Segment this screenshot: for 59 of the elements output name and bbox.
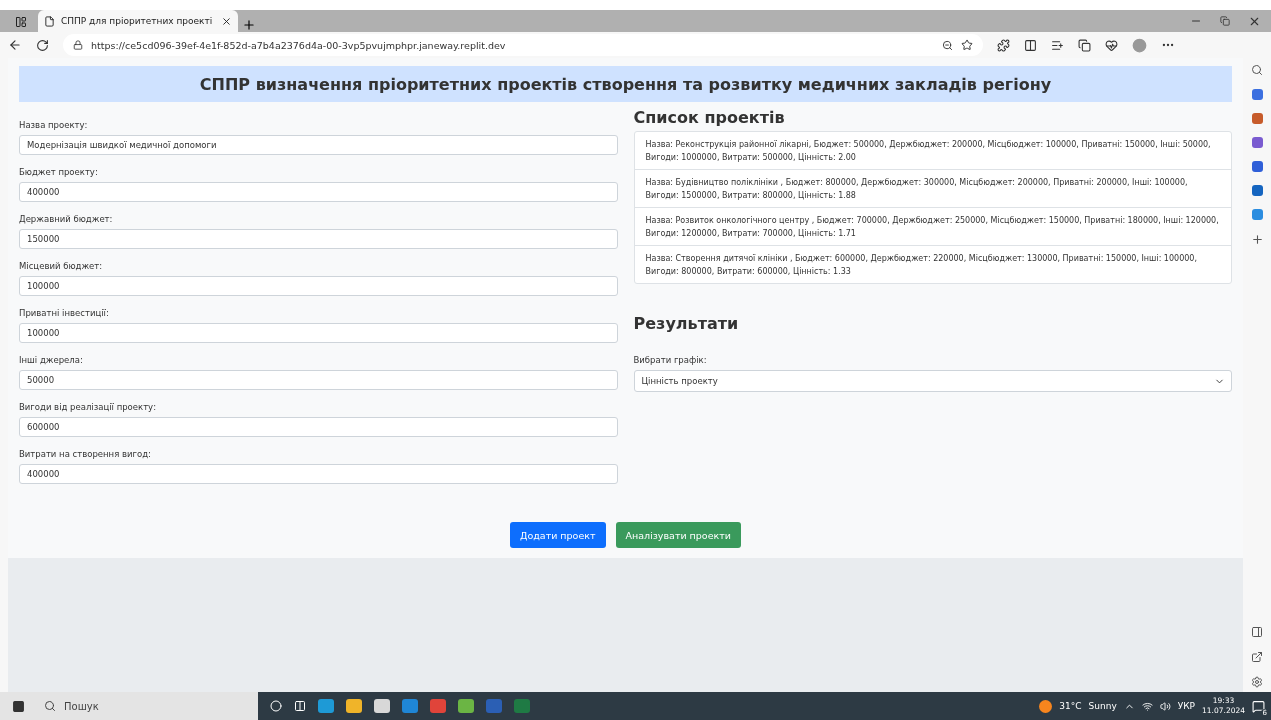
field-label: Бюджет проекту: <box>19 167 99 177</box>
taskbar-search[interactable]: Пошук <box>36 692 258 720</box>
input-field[interactable]: 400000 <box>19 182 618 202</box>
lock-icon <box>73 40 83 50</box>
temperature[interactable]: 31°C <box>1059 701 1082 711</box>
sidebar-icon[interactable] <box>1251 626 1263 638</box>
favorites-icon[interactable] <box>1051 38 1064 52</box>
field-label: Інші джерела: <box>19 355 84 365</box>
extensions-icon[interactable] <box>997 38 1010 52</box>
field-label: Вигоди від реалізації проекту: <box>19 402 157 412</box>
sun-icon[interactable] <box>1039 699 1053 713</box>
search-icon <box>44 700 56 712</box>
input-field[interactable]: 100000 <box>19 276 618 296</box>
star-icon[interactable] <box>961 39 973 51</box>
field-label: Приватні інвестиції: <box>19 308 110 318</box>
project-item[interactable]: Назва: Створення дитячої клініки , Бюджет: 600000, Держбюджет: 220000, Місцбюджет: 130000, Приватні: 150000, Інші: 100000, Вигоди: 800000, Витрати: 600000, Цінність: 1.33 <box>634 245 1231 283</box>
input-field[interactable]: 150000 <box>19 229 618 249</box>
action-button[interactable]: Аналізувати проекти <box>615 522 741 548</box>
field-label: Місцевий бюджет: <box>19 261 104 271</box>
projects-heading: Список проектів <box>633 108 786 127</box>
restore-icon[interactable] <box>1220 16 1230 26</box>
input-field[interactable]: Модернізація швидкої медичної допомоги <box>19 135 618 155</box>
project-item[interactable]: Назва: Розвиток онкологічного центру , Бюджет: 700000, Держбюджет: 250000, Місцбюджет: 150000, Приватні: 180000, Інші: 120000, Вигоди: 1200000, Витрати: 700000, Цінність: 1.71 <box>634 207 1231 245</box>
browser-tab[interactable]: СППР для пріоритетних проекті <box>38 10 238 32</box>
cortana-icon[interactable] <box>270 700 282 712</box>
address-bar[interactable]: https://ce5cd096-39ef-4e1f-852d-a7b4a2376d4a-00-3vp5pvujmphpr.janeway.replit.dev <box>63 34 983 56</box>
back-icon[interactable] <box>8 38 22 52</box>
task-view-icon[interactable] <box>294 700 306 712</box>
project-item[interactable]: Назва: Будівництво поліклініки , Бюджет: 800000, Держбюджет: 300000, Місцбюджет: 200000, Приватні: 200000, Інші: 100000, Вигоди: 1500000, Витрати: 800000, Цінність: 1.88 <box>634 169 1231 207</box>
search-icon[interactable] <box>1251 64 1263 76</box>
heart-icon[interactable] <box>1105 38 1118 52</box>
field-label: Державний бюджет: <box>19 214 114 224</box>
field-label: Назва проекту: <box>19 120 89 130</box>
page-icon <box>44 15 55 27</box>
page-title: СППР визначення пріоритетних проектів створення та розвитку медичних закладів регіону <box>19 66 1232 102</box>
split-screen-icon[interactable] <box>1024 38 1037 52</box>
external-link-icon[interactable] <box>1251 651 1263 663</box>
close-icon[interactable] <box>221 15 232 27</box>
weather-text[interactable]: Sunny <box>1088 701 1117 711</box>
field-label: Витрати на створення вигод: <box>19 449 152 459</box>
chart-select[interactable]: Цінність проекту <box>633 370 1232 392</box>
add-icon[interactable] <box>1250 233 1264 246</box>
select-label: Вибрати графік: <box>633 355 708 365</box>
settings-icon[interactable] <box>1251 676 1263 688</box>
reload-icon[interactable] <box>36 38 49 52</box>
language-indicator[interactable]: УКР <box>1177 701 1196 711</box>
input-field[interactable]: 100000 <box>19 323 618 343</box>
new-tab-icon[interactable] <box>242 18 256 32</box>
wifi-icon[interactable] <box>1141 700 1153 712</box>
collections-icon[interactable] <box>1078 38 1091 52</box>
input-field[interactable]: 600000 <box>19 417 618 437</box>
action-button[interactable]: Додати проект <box>510 522 606 548</box>
results-heading: Результати <box>633 314 740 333</box>
profile-icon[interactable] <box>1132 37 1147 53</box>
project-item[interactable]: Назва: Реконструкція районної лікарні, Бюджет: 500000, Держбюджет: 200000, Місцбюджет: 100000, Приватні: 150000, Інші: 50000, Вигоди: 1000000, Витрати: 500000, Цінність: 2.00 <box>634 132 1231 169</box>
volume-icon[interactable] <box>1159 700 1171 712</box>
input-field[interactable]: 50000 <box>19 370 618 390</box>
zoom-out-icon[interactable] <box>942 39 953 51</box>
input-field[interactable]: 400000 <box>19 464 618 484</box>
